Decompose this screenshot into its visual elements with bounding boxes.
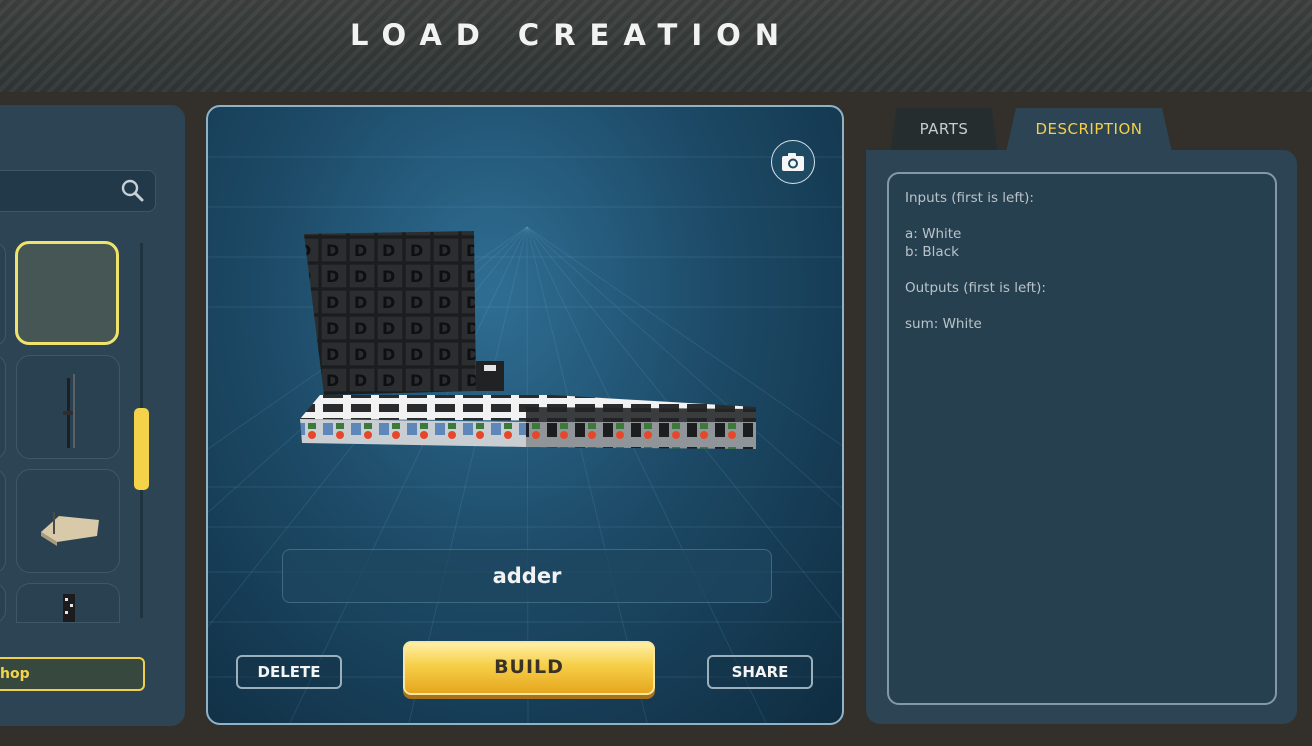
- creation-model: D: [300, 231, 756, 449]
- item-thumbnail: [63, 374, 75, 448]
- list-item[interactable]: [0, 469, 6, 573]
- build-button[interactable]: BUILD: [403, 641, 655, 695]
- search-icon[interactable]: [120, 178, 144, 202]
- workshop-button[interactable]: hop: [0, 657, 145, 691]
- description-line: a: White: [905, 226, 962, 242]
- tab-parts[interactable]: PARTS: [890, 108, 998, 152]
- screenshot-button[interactable]: [771, 140, 815, 184]
- item-thumbnail: [63, 594, 75, 622]
- tab-description[interactable]: DESCRIPTION: [1006, 108, 1172, 152]
- description-line: b: Black: [905, 244, 959, 260]
- creation-name-field[interactable]: adder: [282, 549, 772, 603]
- list-item[interactable]: [15, 241, 119, 345]
- item-thumbnail: [41, 512, 99, 546]
- list-item[interactable]: [0, 355, 6, 459]
- description-line: Inputs (first is left):: [905, 190, 1034, 206]
- description-line: Outputs (first is left):: [905, 280, 1046, 296]
- delete-button[interactable]: DELETE: [236, 655, 342, 689]
- camera-icon: [782, 153, 804, 171]
- list-item[interactable]: [16, 355, 120, 459]
- share-button[interactable]: SHARE: [707, 655, 813, 689]
- creation-preview[interactable]: D: [206, 105, 844, 725]
- list-item[interactable]: [0, 242, 6, 346]
- list-item[interactable]: [16, 469, 120, 573]
- description-line: sum: White: [905, 316, 982, 332]
- list-item[interactable]: [16, 583, 120, 623]
- scrollbar-thumb[interactable]: [134, 408, 149, 490]
- page-title: LOAD CREATION: [350, 18, 794, 52]
